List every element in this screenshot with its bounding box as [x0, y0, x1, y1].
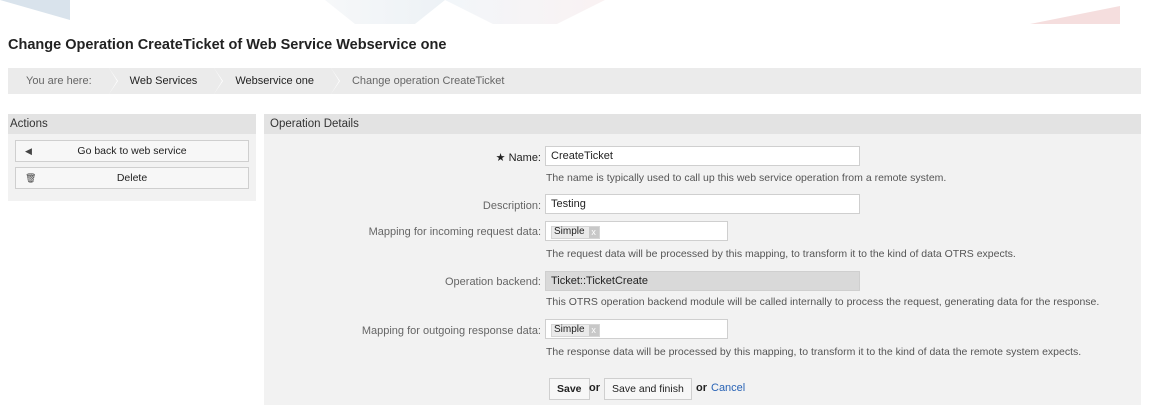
incoming-mapping-tag: Simple x: [551, 225, 600, 239]
name-input[interactable]: CreateTicket: [545, 146, 860, 166]
chevron-left-icon: ◀: [25, 146, 32, 156]
header-banner: [0, 0, 1153, 28]
incoming-mapping-value: Simple: [554, 226, 585, 237]
breadcrumb-webservice-one[interactable]: Webservice one: [215, 68, 340, 94]
banner-decoration: [0, 0, 70, 20]
breadcrumb-label: Change operation CreateTicket: [351, 75, 505, 87]
or-text: or: [589, 382, 600, 394]
actions-sidebar: Actions ◀ Go back to web service 🗑 Delet…: [8, 114, 256, 201]
required-mark: ★: [495, 152, 506, 164]
go-back-button[interactable]: ◀ Go back to web service: [15, 140, 249, 162]
breadcrumb-label: Webservice one: [235, 75, 314, 87]
panel-title: Operation Details: [264, 114, 1141, 134]
breadcrumb-label: Web Services: [129, 75, 198, 87]
outgoing-mapping-select[interactable]: Simple x: [545, 319, 728, 339]
description-input[interactable]: Testing: [545, 194, 860, 214]
backend-label: Operation backend:: [444, 276, 541, 288]
delete-label: Delete: [116, 172, 148, 184]
outgoing-mapping-label: Mapping for outgoing response data:: [361, 325, 541, 337]
banner-decoration: [325, 0, 445, 24]
cancel-link[interactable]: Cancel: [711, 382, 745, 394]
outgoing-mapping-hint: The response data will be processed by t…: [546, 346, 1082, 358]
incoming-mapping-hint: The request data will be processed by th…: [546, 248, 1016, 260]
breadcrumb-web-services[interactable]: Web Services: [110, 68, 224, 94]
breadcrumb-prefix-label: You are here:: [26, 75, 92, 87]
banner-decoration: [1030, 6, 1120, 24]
outgoing-mapping-value: Simple: [554, 324, 585, 335]
remove-icon[interactable]: x: [588, 226, 599, 238]
trash-icon: 🗑: [25, 173, 37, 183]
operation-details-panel: Operation Details ★ Name: CreateTicket T…: [264, 114, 1141, 405]
banner-decoration: [445, 0, 605, 24]
breadcrumb-current: Change operation CreateTicket: [332, 68, 522, 94]
remove-icon[interactable]: x: [588, 324, 599, 336]
backend-field: Ticket::TicketCreate: [545, 271, 860, 291]
go-back-label: Go back to web service: [77, 145, 187, 157]
backend-hint: This OTRS operation backend module will …: [546, 296, 1100, 308]
breadcrumb-prefix: You are here:: [8, 68, 118, 94]
breadcrumb: You are here: Web Services Webservice on…: [8, 68, 1141, 94]
delete-button[interactable]: 🗑 Delete: [15, 167, 249, 189]
outgoing-mapping-tag: Simple x: [551, 323, 600, 337]
incoming-mapping-select[interactable]: Simple x: [545, 221, 728, 241]
description-label: Description:: [482, 200, 541, 212]
name-label: ★ Name:: [495, 152, 541, 164]
save-and-finish-button[interactable]: Save and finish: [604, 378, 692, 400]
name-hint: The name is typically used to call up th…: [546, 172, 947, 184]
page-title: Change Operation CreateTicket of Web Ser…: [8, 37, 447, 53]
or-text: or: [696, 382, 707, 394]
incoming-mapping-label: Mapping for incoming request data:: [368, 226, 541, 238]
save-button[interactable]: Save: [549, 378, 590, 400]
sidebar-title: Actions: [8, 114, 256, 134]
